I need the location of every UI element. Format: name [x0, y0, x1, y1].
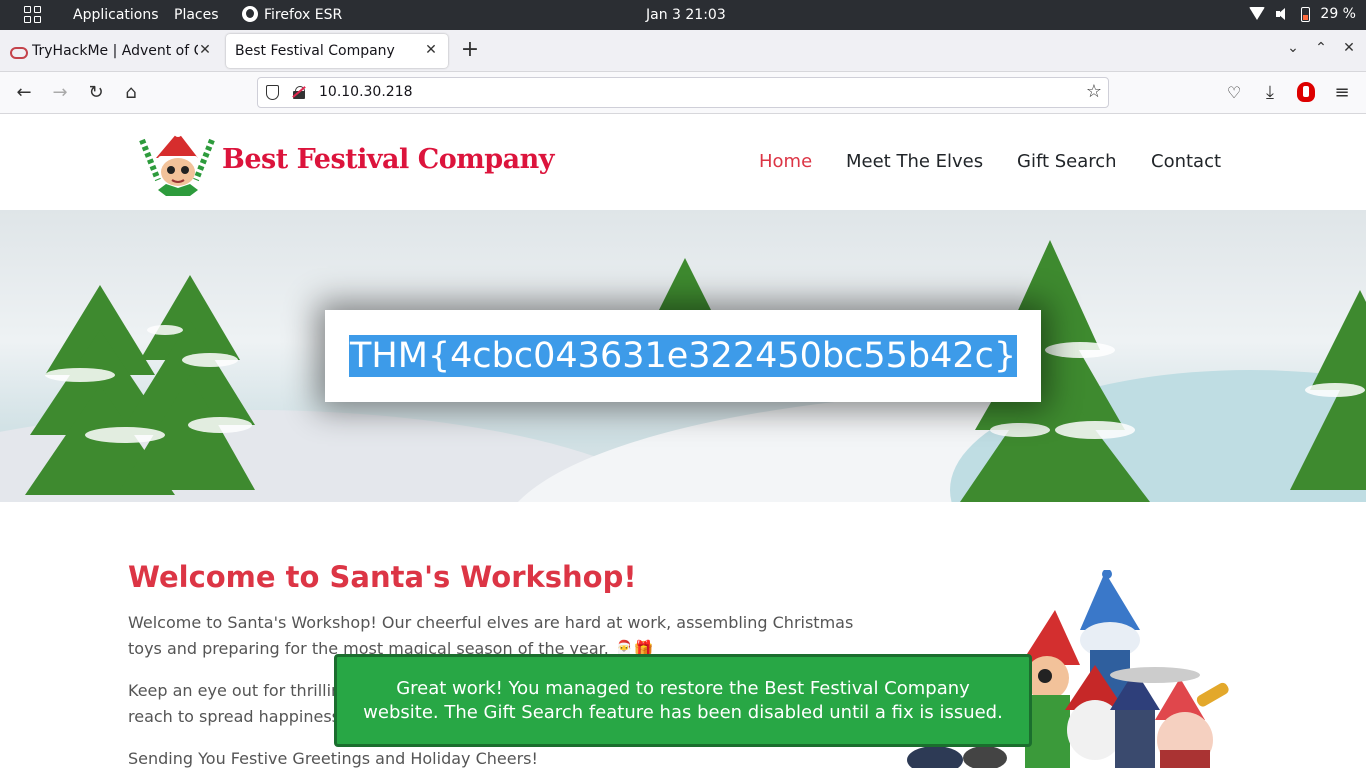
system-top-bar: Applications Places Firefox ESR Jan 3 21… — [0, 0, 1366, 30]
close-icon[interactable]: ✕ — [198, 42, 212, 58]
updates-paragraph-line-1: Keep an eye out for thrilling — [128, 681, 352, 700]
elf-mascot-icon — [139, 129, 215, 196]
forward-arrow-icon[interactable]: → — [49, 82, 71, 104]
firefox-icon — [242, 6, 258, 22]
volume-icon — [1275, 7, 1291, 21]
system-tray[interactable]: 29 % — [1249, 6, 1356, 22]
close-icon[interactable]: ✕ — [424, 42, 438, 58]
site-logo[interactable]: Best Festival Company — [136, 128, 554, 198]
active-app-label[interactable]: Firefox ESR — [264, 7, 342, 23]
hamburger-menu-icon[interactable]: ≡ — [1331, 82, 1353, 104]
tab-tryhackme[interactable]: TryHackMe | Advent of Cyber ✕ — [0, 34, 222, 68]
maximize-icon[interactable]: ⌃ — [1311, 40, 1331, 56]
close-window-icon[interactable]: ✕ — [1339, 40, 1359, 56]
home-icon[interactable]: ⌂ — [120, 82, 142, 104]
new-tab-button[interactable]: + — [460, 38, 480, 62]
site-header: Best Festival Company Home Meet The Elve… — [0, 114, 1366, 210]
pocket-icon[interactable]: ♡ — [1223, 82, 1245, 104]
nav-home[interactable]: Home — [759, 151, 812, 172]
hero-banner: THM{4cbc043631e322450bc55b42c} — [0, 210, 1366, 502]
ublock-origin-icon[interactable] — [1297, 82, 1315, 102]
flag-text-selected[interactable]: THM{4cbc043631e322450bc55b42c} — [349, 335, 1018, 377]
tab-title: TryHackMe | Advent of Cyber — [32, 43, 198, 59]
pine-tree-edge — [1290, 290, 1366, 490]
applications-menu[interactable]: Applications — [73, 7, 159, 23]
brand-name: Best Festival Company — [222, 144, 554, 175]
wifi-icon — [1249, 7, 1266, 21]
browser-nav-bar: ← → ↻ ⌂ 10.10.30.218 ☆ ♡ ⤓ ≡ — [0, 72, 1366, 114]
tab-title: Best Festival Company — [235, 43, 395, 59]
address-bar[interactable]: 10.10.30.218 ☆ — [257, 77, 1109, 108]
tracking-protection-shield-icon[interactable] — [266, 85, 279, 100]
tryhackme-favicon-icon — [9, 43, 28, 59]
places-menu[interactable]: Places — [174, 7, 219, 23]
downloads-icon[interactable]: ⤓ — [1259, 82, 1281, 104]
nav-gift-search[interactable]: Gift Search — [1017, 151, 1117, 172]
back-arrow-icon[interactable]: ← — [13, 82, 35, 104]
list-all-tabs-icon[interactable]: ⌄ — [1283, 40, 1303, 56]
toast-line-1: Great work! You managed to restore the B… — [396, 678, 970, 699]
url-text[interactable]: 10.10.30.218 — [319, 84, 413, 100]
battery-icon — [1301, 6, 1311, 22]
greetings-paragraph: Sending You Festive Greetings and Holida… — [128, 749, 538, 768]
pine-trees-left — [25, 275, 255, 495]
clock[interactable]: Jan 3 21:03 — [646, 7, 726, 23]
welcome-paragraph-line-1: Welcome to Santa's Workshop! Our cheerfu… — [128, 613, 854, 632]
toast-line-2: website. The Gift Search feature has bee… — [363, 702, 1003, 723]
flag-card: THM{4cbc043631e322450bc55b42c} — [325, 310, 1041, 402]
nav-meet-the-elves[interactable]: Meet The Elves — [846, 151, 983, 172]
browser-tab-bar: TryHackMe | Advent of Cyber ✕ Best Festi… — [0, 30, 1366, 72]
nav-contact[interactable]: Contact — [1151, 151, 1221, 172]
welcome-heading: Welcome to Santa's Workshop! — [128, 560, 637, 594]
reload-icon[interactable]: ↻ — [85, 82, 107, 104]
success-toast: Great work! You managed to restore the B… — [334, 654, 1032, 747]
tab-best-festival-company[interactable]: Best Festival Company ✕ — [226, 34, 448, 68]
updates-paragraph-line-2: reach to spread happiness — [128, 707, 341, 726]
bookmark-star-icon[interactable]: ☆ — [1086, 81, 1102, 102]
battery-percent: 29 % — [1320, 6, 1356, 22]
app-grid-icon[interactable] — [24, 6, 41, 23]
